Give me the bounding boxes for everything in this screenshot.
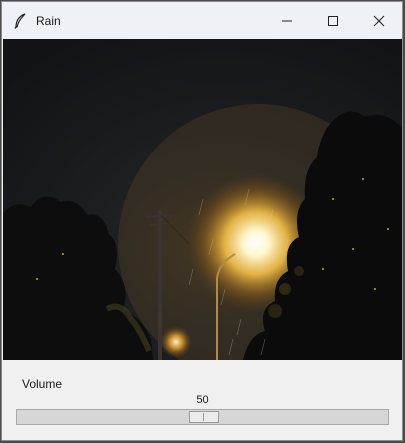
maximize-icon bbox=[328, 15, 338, 26]
feather-icon bbox=[12, 12, 28, 29]
volume-slider-thumb[interactable] bbox=[188, 411, 219, 423]
volume-label: Volume bbox=[22, 377, 63, 391]
minimize-icon bbox=[282, 20, 292, 21]
window-title: Rain bbox=[36, 13, 61, 28]
minimize-button[interactable] bbox=[264, 2, 310, 39]
maximize-button[interactable] bbox=[310, 2, 356, 39]
rain-image bbox=[3, 39, 402, 360]
volume-slider[interactable] bbox=[16, 409, 389, 425]
volume-value: 50 bbox=[196, 394, 209, 406]
close-icon bbox=[373, 15, 385, 26]
app-window: Rain Volume 50 bbox=[1, 1, 403, 441]
title-bar[interactable]: Rain bbox=[2, 2, 402, 39]
window-controls bbox=[264, 2, 402, 39]
night-rain-street-light-photo bbox=[3, 39, 402, 360]
close-button[interactable] bbox=[356, 2, 402, 39]
volume-panel: Volume 50 bbox=[2, 360, 402, 440]
